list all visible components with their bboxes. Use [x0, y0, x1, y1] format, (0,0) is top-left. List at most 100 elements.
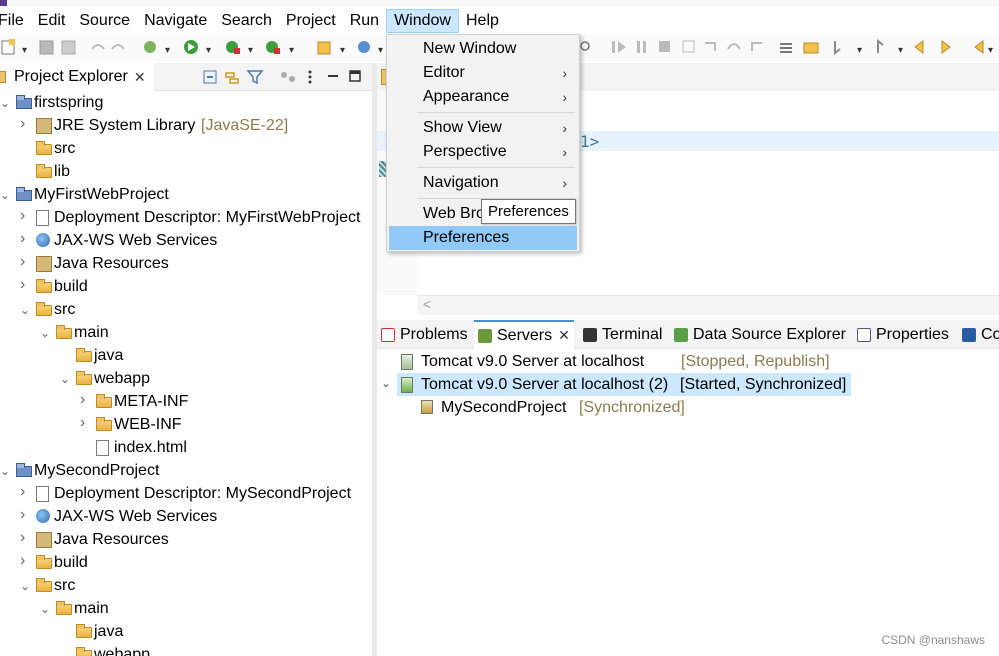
server-module-row[interactable]: MySecondProject [Synchronized] [421, 396, 721, 419]
step-into-icon[interactable] [705, 42, 716, 51]
next-annotation-icon[interactable] [834, 41, 841, 56]
tab-console[interactable]: Co [962, 320, 999, 349]
menu-search[interactable]: Search [214, 9, 279, 33]
chevron-down-icon[interactable]: ⌄ [60, 372, 70, 386]
chevron-down-icon[interactable]: ⌄ [40, 602, 50, 616]
undo-icon[interactable] [91, 44, 105, 50]
tree-item[interactable]: › Deployment Descriptor: MySecondProject [0, 483, 372, 506]
menu-run[interactable]: Run [343, 9, 386, 33]
tree-item[interactable]: › Java Resources [0, 253, 372, 276]
run-icon[interactable] [184, 40, 198, 54]
chevron-down-icon[interactable]: ⌄ [20, 579, 30, 593]
last-edit-location-icon[interactable] [914, 40, 924, 54]
chevron-down-icon[interactable]: ⌄ [0, 96, 10, 110]
tree-item[interactable]: ⌄ MySecondProject [0, 460, 372, 483]
server-row-selected[interactable]: Tomcat v9.0 Server at localhost (2) [Sta… [397, 373, 851, 396]
suspend-icon[interactable] [637, 41, 646, 53]
new-server-icon[interactable] [317, 41, 331, 55]
terminate-icon[interactable] [659, 41, 670, 52]
menu-item-preferences[interactable]: Preferences [389, 226, 577, 250]
chevron-down-icon[interactable]: ▾ [340, 45, 345, 56]
toggle-breakpoints-icon[interactable] [780, 43, 792, 53]
chevron-right-icon[interactable]: › [80, 391, 90, 408]
chevron-right-icon[interactable]: › [20, 115, 30, 132]
maximize-icon[interactable] [349, 70, 361, 82]
step-return-icon[interactable] [751, 42, 762, 51]
editor-horizontal-scrollbar[interactable]: < [417, 295, 999, 315]
coverage-icon[interactable] [266, 41, 280, 54]
tree-item[interactable]: ⌄ webapp [0, 644, 372, 656]
chevron-right-icon[interactable]: › [20, 230, 30, 247]
chevron-down-icon[interactable]: ▾ [165, 45, 170, 56]
tree-item[interactable]: src [0, 138, 372, 161]
tree-item[interactable]: › build [0, 276, 372, 299]
tree-item[interactable]: › WEB-INF [0, 414, 372, 437]
tab-terminal[interactable]: Terminal [583, 320, 662, 349]
tab-properties[interactable]: Properties [857, 320, 949, 349]
more-options-icon[interactable] [308, 70, 312, 84]
tree-item[interactable]: › JRE System Library [JavaSE-22] [0, 115, 372, 138]
chevron-down-icon[interactable]: ▾ [378, 45, 383, 56]
chevron-right-icon[interactable]: › [80, 414, 90, 431]
chevron-down-icon[interactable]: ⌄ [40, 326, 50, 340]
tree-item[interactable]: ⌄ main [0, 322, 372, 345]
menu-help[interactable]: Help [459, 9, 506, 33]
tree-item[interactable]: ⌄ src [0, 575, 372, 598]
menu-item-perspective[interactable]: Perspective › [389, 140, 577, 164]
forward-edit-icon[interactable] [941, 40, 951, 54]
tree-item[interactable]: › JAX-WS Web Services [0, 506, 372, 529]
step-over-icon[interactable] [727, 43, 741, 50]
chevron-right-icon[interactable]: › [20, 529, 30, 546]
server-row[interactable]: Tomcat v9.0 Server at localhost [Stopped… [401, 350, 830, 373]
web-browser-icon[interactable] [358, 41, 370, 53]
menu-file[interactable]: File [0, 9, 31, 33]
save-all-icon[interactable] [61, 40, 76, 55]
chevron-right-icon[interactable]: › [20, 483, 30, 500]
tree-item[interactable]: ⌄ main [0, 598, 372, 621]
run-external-icon[interactable] [226, 41, 240, 54]
chevron-down-icon[interactable]: ▾ [988, 45, 993, 56]
chevron-down-icon[interactable]: ⌄ [0, 188, 10, 202]
chevron-right-icon[interactable]: › [20, 276, 30, 293]
disconnect-icon[interactable] [682, 40, 695, 53]
chevron-down-icon[interactable]: ▾ [898, 45, 903, 56]
tab-project-explorer[interactable]: Project Explorer ✕ [0, 63, 154, 91]
new-icon[interactable] [1, 39, 15, 55]
scroll-left-icon[interactable]: < [423, 296, 431, 312]
tab-data-source-explorer[interactable]: Data Source Explorer [674, 320, 846, 349]
tab-problems[interactable]: Problems [381, 320, 468, 349]
search-icon[interactable] [580, 41, 590, 51]
menu-item-appearance[interactable]: Appearance › [389, 85, 577, 109]
chevron-down-icon[interactable]: ▾ [206, 45, 211, 56]
tree-item[interactable]: ⌄ src [0, 299, 372, 322]
save-icon[interactable] [39, 40, 54, 55]
chevron-down-icon[interactable]: ▾ [22, 45, 27, 56]
chevron-down-icon[interactable]: ▾ [248, 45, 253, 56]
prev-annotation-icon[interactable] [877, 38, 884, 53]
chevron-down-icon[interactable]: ⌄ [381, 376, 391, 390]
menu-source[interactable]: Source [72, 9, 137, 33]
link-with-editor-icon[interactable] [225, 72, 239, 84]
menu-navigate[interactable]: Navigate [137, 9, 214, 33]
tab-servers[interactable]: Servers ✕ [474, 320, 574, 349]
menu-item-navigation[interactable]: Navigation › [389, 171, 577, 195]
tree-item[interactable]: ⌄ MyFirstWebProject [0, 184, 372, 207]
tree-item[interactable]: ⌄ webapp [0, 368, 372, 391]
redo-icon[interactable] [111, 44, 125, 50]
tree-item[interactable]: java [0, 345, 372, 368]
tree-item[interactable]: › JAX-WS Web Services [0, 230, 372, 253]
tree-item[interactable]: › META-INF [0, 391, 372, 414]
back-icon[interactable] [974, 40, 984, 54]
chevron-right-icon[interactable]: › [20, 253, 30, 270]
resume-icon[interactable] [612, 41, 626, 53]
minimize-icon[interactable] [328, 75, 338, 77]
close-icon[interactable]: ✕ [558, 327, 570, 344]
debug-icon[interactable] [144, 41, 156, 53]
collapse-all-icon[interactable] [203, 70, 217, 84]
editor-code-text[interactable]: 1> [580, 132, 599, 151]
menu-project[interactable]: Project [279, 9, 343, 33]
menu-item-editor[interactable]: Editor › [389, 61, 577, 85]
view-menu-icon[interactable] [281, 72, 295, 82]
chevron-down-icon[interactable]: ▾ [289, 45, 294, 56]
menu-item-show-view[interactable]: Show View › [389, 116, 577, 140]
